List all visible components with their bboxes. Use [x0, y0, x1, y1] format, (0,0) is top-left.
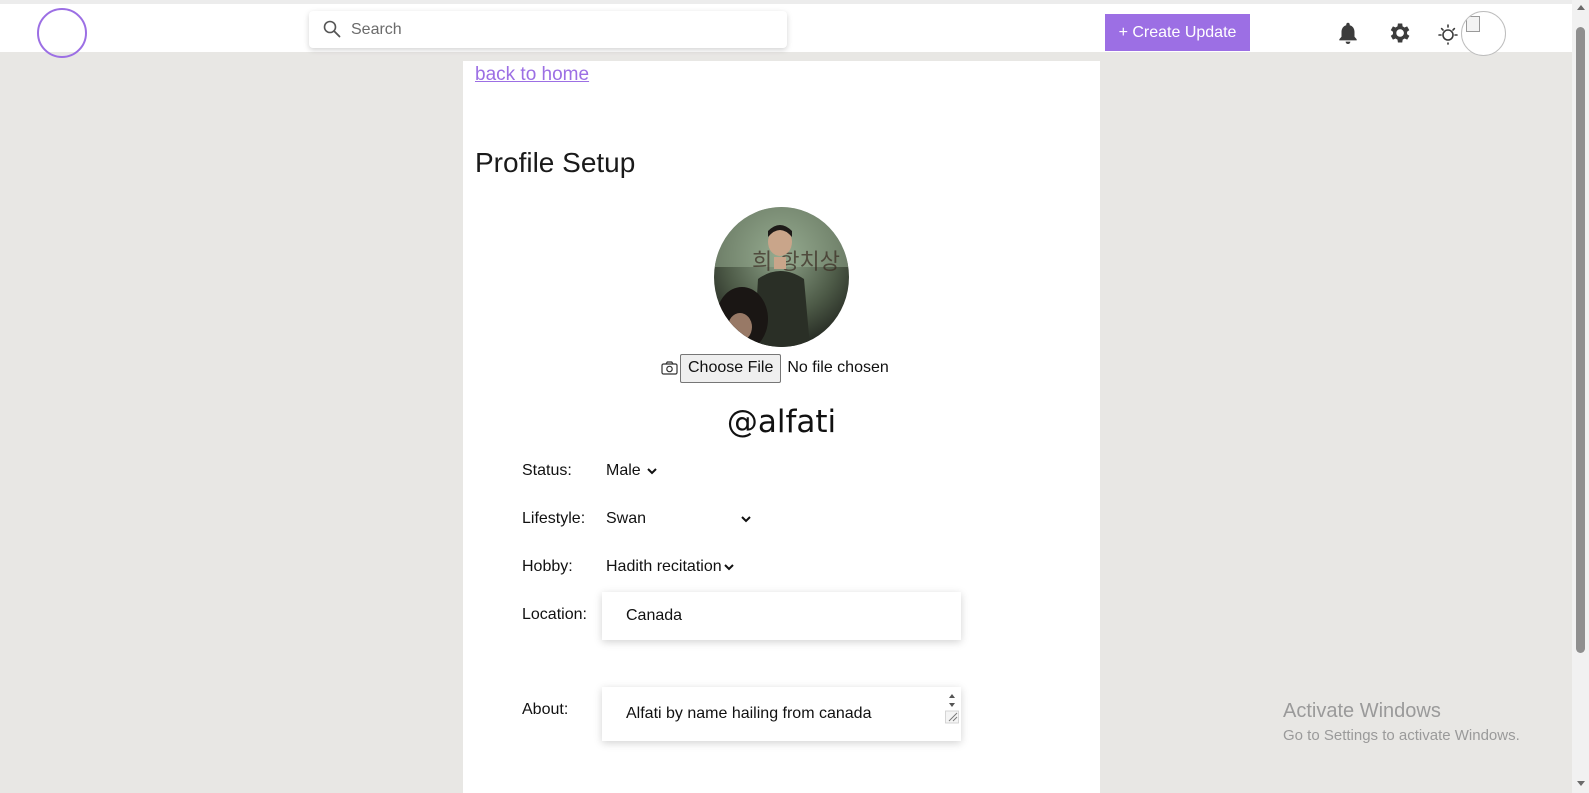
create-update-button[interactable]: + Create Update — [1105, 14, 1250, 51]
top-bar: + Create Update — [0, 0, 1572, 58]
windows-activation-watermark: Activate Windows Go to Settings to activ… — [1283, 700, 1520, 744]
location-label: Location: — [522, 606, 587, 623]
chevron-down-icon — [723, 563, 734, 570]
hobby-select[interactable]: Hadith recitation — [606, 558, 734, 576]
profile-picture: 희 항치상 — [714, 207, 849, 347]
gear-icon[interactable] — [1386, 20, 1412, 46]
status-label: Status: — [522, 462, 572, 479]
scroll-down-icon[interactable] — [1577, 781, 1585, 786]
about-label-row: About: — [522, 701, 606, 719]
page-title: Profile Setup — [475, 147, 636, 178]
scrollbar-thumb[interactable] — [1576, 27, 1585, 653]
profile-card: back to home Profile Setup 희 항치상 Choose … — [463, 61, 1100, 793]
svg-text:희 항치상: 희 항치상 — [752, 250, 840, 275]
back-to-home-link[interactable]: back to home — [475, 64, 589, 86]
search-icon — [323, 20, 341, 38]
logo[interactable] — [37, 8, 87, 58]
location-value: Canada — [626, 607, 683, 624]
lifestyle-row: Lifestyle: Swan — [522, 510, 751, 528]
location-label-row: Location: — [522, 606, 606, 624]
textarea-scroll-resize-icon[interactable] — [945, 689, 959, 735]
bell-icon[interactable] — [1335, 20, 1361, 46]
choose-file-button[interactable]: Choose File — [680, 353, 782, 383]
about-value: Alfati by name hailing from canada — [626, 705, 872, 722]
lifestyle-label: Lifestyle: — [522, 510, 586, 527]
username: @alfati — [726, 404, 837, 440]
lifestyle-select[interactable]: Swan — [606, 510, 751, 528]
file-status-text: No file chosen — [787, 359, 889, 376]
status-select[interactable]: Male — [606, 462, 657, 480]
scrollbar[interactable] — [1572, 0, 1589, 793]
file-upload-row: Choose File No file chosen — [661, 353, 889, 383]
lifestyle-value: Swan — [606, 510, 647, 527]
scroll-up-icon[interactable] — [1577, 5, 1585, 10]
camera-icon — [661, 361, 678, 375]
hobby-row: Hobby: Hadith recitation — [522, 558, 734, 576]
status-value: Male — [606, 462, 641, 479]
status-row: Status: Male — [522, 462, 657, 480]
chevron-down-icon — [646, 467, 657, 474]
about-label: About: — [522, 701, 569, 718]
watermark-title: Activate Windows — [1283, 700, 1441, 722]
hobby-value: Hadith recitation — [606, 558, 722, 575]
search-input[interactable] — [351, 11, 771, 48]
user-avatar[interactable] — [1461, 11, 1506, 56]
about-textarea[interactable]: Alfati by name hailing from canada — [602, 687, 961, 741]
search-box[interactable] — [309, 11, 787, 48]
watermark-subtitle: Go to Settings to activate Windows. — [1283, 727, 1520, 744]
broken-image-icon — [1466, 16, 1480, 32]
sun-icon[interactable] — [1436, 22, 1460, 46]
chevron-down-icon — [741, 515, 751, 522]
hobby-label: Hobby: — [522, 558, 573, 575]
location-field[interactable]: Canada — [602, 592, 961, 640]
